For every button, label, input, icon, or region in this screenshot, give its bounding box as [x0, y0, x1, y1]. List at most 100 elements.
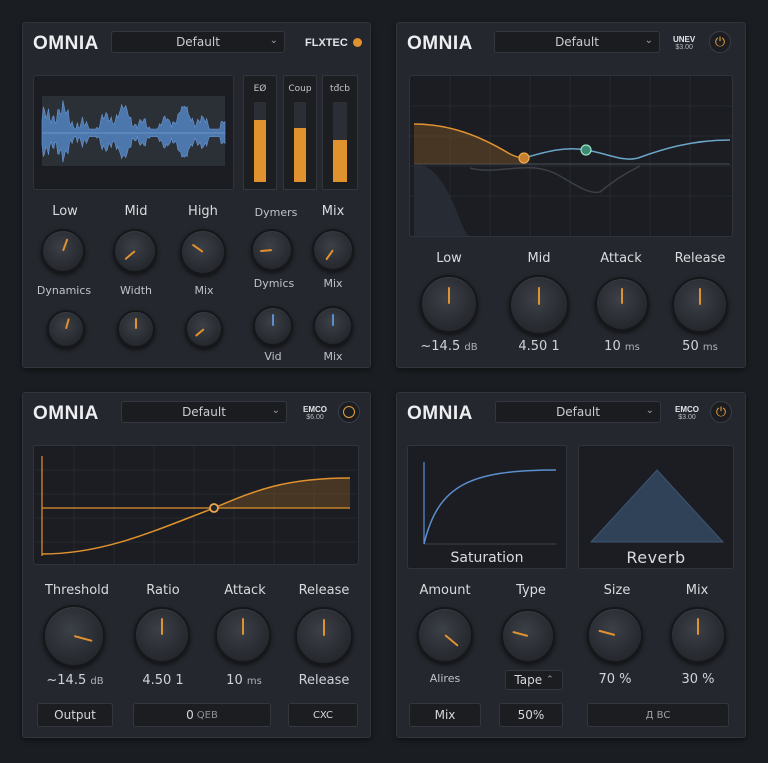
mid-value: 4.50 1	[518, 339, 560, 354]
release-knob[interactable]	[295, 607, 353, 665]
preset-label: Default	[182, 405, 226, 419]
knob-bottom-label-mix: Mix	[323, 350, 343, 363]
output-button[interactable]: Output	[37, 703, 113, 727]
chevron-down-icon: ⌄	[644, 35, 653, 46]
output-value-field[interactable]: 0 QEB	[133, 703, 271, 727]
vendor-logo: EMCO $3.00	[675, 406, 699, 422]
brand-logo: OMNIA	[33, 33, 99, 54]
option-button[interactable]: CXC	[288, 703, 358, 727]
status-led-icon[interactable]	[352, 38, 362, 47]
preset-label: Default	[555, 35, 599, 49]
saturation-reverb-panel: OMNIA Default ⌄ EMCO $3.00 ⏻ Saturation …	[396, 392, 746, 738]
transfer-curve	[34, 446, 358, 564]
vendor-logo: FLXTEC	[305, 37, 362, 49]
power-icon[interactable]	[338, 401, 360, 423]
meter-3: tđcb	[322, 75, 358, 190]
knob-label-low: Low	[436, 251, 462, 266]
knob-label-mid: Mid	[527, 251, 551, 266]
knob-label-release: Release	[674, 251, 726, 266]
mix-knob-3[interactable]	[313, 306, 353, 346]
eq-panel: OMNIA Default ⌄ UNEV $3.00 ⏻ Low Mid Att…	[396, 22, 746, 368]
dymers-knob[interactable]	[251, 229, 293, 271]
knob-label-mix-3: Mix	[323, 277, 343, 290]
type-dropdown[interactable]: Tape ⌃	[505, 670, 563, 690]
vendor-price: $6.00	[306, 414, 324, 421]
size-value: 70 %	[598, 672, 632, 687]
release-value: Release	[298, 673, 350, 688]
attack-knob[interactable]	[595, 277, 649, 331]
meter-label: tđcb	[330, 84, 350, 94]
vid-knob[interactable]	[253, 306, 293, 346]
ratio-knob[interactable]	[134, 607, 190, 663]
brand-logo: OMNIA	[407, 33, 473, 54]
ratio-value: 4.50 1	[142, 673, 184, 688]
vendor-name: FLXTEC	[305, 37, 348, 49]
vendor-price: $3.00	[675, 44, 693, 51]
type-knob[interactable]	[501, 609, 555, 663]
vendor-logo: UNEV $3.00	[673, 36, 695, 52]
mix-knob-2[interactable]	[185, 310, 223, 348]
size-knob[interactable]	[587, 607, 643, 663]
mix-value-field[interactable]: 50%	[499, 703, 563, 727]
eq-display	[409, 75, 733, 237]
vendor-name: EMCO	[675, 405, 699, 414]
meter-label: Coup	[288, 84, 312, 94]
meter-label: EØ	[253, 84, 267, 94]
knob-bottom-label-vid: Vid	[264, 350, 282, 363]
mix-knob[interactable]	[312, 229, 354, 271]
low-knob[interactable]	[420, 275, 478, 333]
compressor-panel: OMNIA Default ⌄ EMCO $6.00 Threshold Rat…	[22, 392, 371, 738]
release-knob[interactable]	[672, 277, 728, 333]
knob-label-attack: Attack	[600, 251, 642, 266]
knob-label-dynamics: Dynamics	[36, 284, 92, 297]
vendor-price: $3.00	[678, 414, 696, 421]
dynamics-knob[interactable]	[47, 310, 85, 348]
knob-label-release: Release	[298, 583, 350, 598]
attack-value: 10 ms	[226, 673, 262, 688]
knob-label-width: Width	[120, 284, 152, 297]
brand-logo: OMNIA	[33, 403, 99, 424]
knob-label-amount: Amount	[419, 583, 471, 598]
knob-label-ratio: Ratio	[146, 583, 180, 598]
high-knob[interactable]	[180, 229, 226, 275]
mix-button[interactable]: Mix	[409, 703, 481, 727]
attack-value: 10 ms	[604, 339, 640, 354]
chevron-down-icon: ⌄	[269, 35, 278, 46]
preset-label: Default	[556, 405, 600, 419]
mid-knob[interactable]	[113, 229, 157, 273]
multiband-panel: OMNIA Default ⌄ FLXTEC EØ Coup tđcb Low …	[22, 22, 371, 368]
knob-label-dymics: Dymics	[253, 277, 295, 290]
knob-label-mix: Mix	[685, 583, 709, 598]
mix-value: 30 %	[681, 672, 715, 687]
amount-knob[interactable]	[417, 607, 473, 663]
power-icon[interactable]: ⏻	[709, 31, 731, 53]
waveform	[41, 96, 226, 166]
preset-selector[interactable]: Default ⌄	[111, 31, 285, 53]
preset-selector[interactable]: Default ⌄	[494, 31, 660, 53]
saturation-label: Saturation	[450, 550, 524, 566]
mid-knob[interactable]	[509, 275, 569, 335]
knob-label-attack: Attack	[224, 583, 266, 598]
low-value: ~14.5 dB	[420, 339, 478, 354]
saturation-display: Saturation	[407, 445, 567, 569]
threshold-knob[interactable]	[43, 605, 105, 667]
knob-label-mid: Mid	[124, 204, 148, 219]
low-knob[interactable]	[41, 229, 85, 273]
mix-knob[interactable]	[670, 607, 726, 663]
meter-1: EØ	[243, 75, 277, 190]
vendor-name: UNEV	[673, 35, 696, 44]
preset-selector[interactable]: Default ⌄	[495, 401, 661, 423]
preset-label: Default	[176, 35, 220, 49]
reverb-label: Reverb	[626, 548, 686, 567]
width-knob[interactable]	[117, 310, 155, 348]
knob-label-mix-2: Mix	[194, 284, 214, 297]
option-field[interactable]: Д ВС	[587, 703, 729, 727]
attack-knob[interactable]	[215, 607, 271, 663]
knob-label-size: Size	[603, 583, 631, 598]
vendor-name: EMCO	[303, 405, 327, 414]
preset-selector[interactable]: Default ⌄	[121, 401, 287, 423]
chevron-down-icon: ⌄	[645, 405, 654, 416]
threshold-value: ~14.5 dB	[46, 673, 104, 688]
vendor-logo: EMCO $6.00	[303, 406, 327, 422]
power-icon[interactable]: ⏻	[710, 401, 732, 423]
